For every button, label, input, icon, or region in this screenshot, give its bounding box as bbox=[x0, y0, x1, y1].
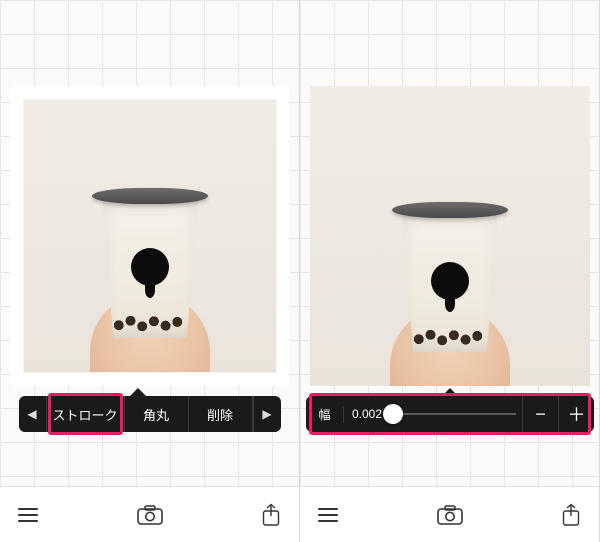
photo-frame[interactable] bbox=[310, 86, 590, 386]
toolbar-pointer-icon bbox=[130, 388, 146, 396]
bottom-toolbar bbox=[300, 486, 599, 542]
segment-corner-radius[interactable]: 角丸 bbox=[125, 396, 189, 432]
photo-bubble-tea bbox=[24, 100, 276, 372]
toolbar-pointer-icon bbox=[442, 388, 458, 396]
share-icon[interactable] bbox=[261, 503, 281, 527]
segment-delete[interactable]: 削除 bbox=[189, 396, 253, 432]
menu-icon[interactable] bbox=[18, 508, 38, 522]
decrement-button[interactable]: − bbox=[522, 396, 558, 432]
right-screenshot: 幅 0.002 − ＋ bbox=[300, 0, 600, 542]
canvas-sheet[interactable] bbox=[310, 86, 590, 386]
photo-bubble-tea bbox=[310, 86, 590, 386]
camera-icon[interactable] bbox=[137, 505, 163, 525]
edit-toolbar: ◀ ストローク 角丸 削除 ▶ bbox=[19, 396, 281, 432]
camera-icon[interactable] bbox=[437, 505, 463, 525]
slider-track[interactable] bbox=[390, 396, 522, 432]
width-slider-bar: 幅 0.002 − ＋ bbox=[306, 396, 594, 432]
increment-button[interactable]: ＋ bbox=[558, 396, 594, 432]
photo-frame[interactable] bbox=[24, 100, 276, 372]
segment-stroke[interactable]: ストローク bbox=[47, 396, 125, 432]
menu-icon[interactable] bbox=[318, 508, 338, 522]
slider-label: 幅 bbox=[306, 406, 344, 423]
bottom-toolbar bbox=[0, 486, 299, 542]
left-screenshot: ◀ ストローク 角丸 削除 ▶ bbox=[0, 0, 300, 542]
share-icon[interactable] bbox=[561, 503, 581, 527]
slider-thumb[interactable] bbox=[383, 404, 403, 424]
toolbar-next-button[interactable]: ▶ bbox=[253, 396, 281, 432]
toolbar-prev-button[interactable]: ◀ bbox=[19, 396, 47, 432]
cup-illustration bbox=[96, 188, 204, 338]
cup-illustration bbox=[396, 202, 504, 352]
canvas-sheet[interactable] bbox=[10, 86, 290, 386]
